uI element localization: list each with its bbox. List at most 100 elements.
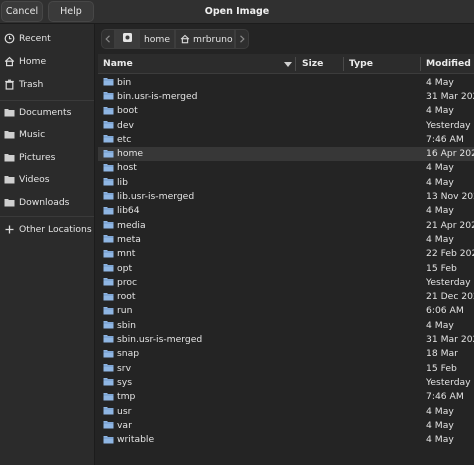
cancel-button[interactable]: Cancel bbox=[1, 1, 43, 22]
file-modified: Yesterday bbox=[426, 376, 471, 388]
table-row[interactable]: usr 4 May bbox=[98, 404, 474, 418]
table-row[interactable]: etc 7:46 AM bbox=[98, 132, 474, 146]
folder-icon bbox=[103, 206, 114, 215]
file-name: sys bbox=[117, 376, 133, 388]
file-name: run bbox=[117, 305, 133, 317]
sidebar-item-downloads[interactable]: Downloads bbox=[0, 191, 94, 213]
table-row[interactable]: writable 4 May bbox=[98, 433, 474, 447]
path-scroll-left-button[interactable] bbox=[101, 29, 115, 49]
path-segment-mrbruno[interactable]: mrbruno bbox=[175, 29, 235, 49]
file-list-header: Name Size Type Modified bbox=[98, 54, 474, 74]
column-header-name[interactable]: Name bbox=[103, 54, 133, 74]
path-segment-home[interactable]: home bbox=[139, 29, 175, 49]
folder-icon bbox=[103, 177, 114, 186]
sidebar-item-label: Documents bbox=[19, 106, 72, 118]
folder-icon bbox=[103, 191, 114, 200]
table-row[interactable]: home 16 Apr 2023 bbox=[98, 146, 474, 161]
sidebar-item-label: Videos bbox=[19, 173, 50, 185]
file-name: lib bbox=[117, 176, 128, 188]
sidebar-item-trash[interactable]: Trash bbox=[0, 73, 94, 95]
table-row[interactable]: srv 15 Feb bbox=[98, 361, 474, 375]
table-row[interactable]: sys Yesterday bbox=[98, 375, 474, 389]
table-row[interactable]: mnt 22 Feb 2023 bbox=[98, 247, 474, 261]
table-row[interactable]: proc Yesterday bbox=[98, 275, 474, 289]
trash-icon bbox=[4, 79, 15, 90]
table-row[interactable]: root 21 Dec 2024 bbox=[98, 290, 474, 304]
table-row[interactable]: sbin 4 May bbox=[98, 318, 474, 332]
table-row[interactable]: bin.usr-is-merged 31 Mar 2024 bbox=[98, 89, 474, 103]
table-row[interactable]: meta 4 May bbox=[98, 232, 474, 246]
column-separator[interactable] bbox=[420, 57, 421, 71]
file-name: usr bbox=[117, 405, 132, 417]
sidebar-item-videos[interactable]: Videos bbox=[0, 168, 94, 190]
path-segment-root[interactable] bbox=[115, 29, 139, 49]
file-modified: 21 Dec 2024 bbox=[426, 291, 474, 303]
folder-icon bbox=[103, 334, 114, 343]
table-row[interactable]: sbin.usr-is-merged 31 Mar 2024 bbox=[98, 332, 474, 346]
table-row[interactable]: lib 4 May bbox=[98, 175, 474, 189]
table-row[interactable]: snap 18 Mar bbox=[98, 347, 474, 361]
file-modified: 16 Apr 2023 bbox=[426, 148, 474, 160]
column-header-modified[interactable]: Modified bbox=[426, 54, 471, 74]
folder-icon bbox=[103, 349, 114, 358]
file-modified: 7:46 AM bbox=[426, 391, 464, 403]
folder-icon bbox=[103, 406, 114, 415]
table-row[interactable]: var 4 May bbox=[98, 418, 474, 432]
table-row[interactable]: run 6:06 AM bbox=[98, 304, 474, 318]
chevron-right-icon bbox=[240, 35, 245, 43]
folder-icon bbox=[103, 320, 114, 329]
folder-icon bbox=[103, 306, 114, 315]
file-modified: 31 Mar 2024 bbox=[426, 90, 474, 102]
table-row[interactable]: dev Yesterday bbox=[98, 118, 474, 132]
table-row[interactable]: opt 15 Feb bbox=[98, 261, 474, 275]
sort-descending-icon[interactable] bbox=[284, 62, 292, 67]
folder-icon bbox=[103, 91, 114, 100]
sidebar-item-other-locations[interactable]: Other Locations bbox=[0, 218, 94, 240]
table-row[interactable]: media 21 Apr 2023 bbox=[98, 218, 474, 232]
file-name: etc bbox=[117, 133, 132, 145]
folder-icon bbox=[103, 106, 114, 115]
file-modified: 22 Feb 2023 bbox=[426, 248, 474, 260]
table-row[interactable]: lib.usr-is-merged 13 Nov 2024 bbox=[98, 189, 474, 203]
file-name: home bbox=[117, 148, 144, 160]
file-modified: Yesterday bbox=[426, 276, 471, 288]
file-name: var bbox=[117, 419, 132, 431]
header-bar: Cancel Help Open Image bbox=[0, 0, 474, 24]
file-name: bin bbox=[117, 76, 132, 88]
folder-icon bbox=[4, 197, 15, 208]
file-name: proc bbox=[117, 276, 138, 288]
table-row[interactable]: host 4 May bbox=[98, 161, 474, 175]
sidebar-item-music[interactable]: Music bbox=[0, 123, 94, 145]
file-modified: 4 May bbox=[426, 205, 454, 217]
path-segment-label: home bbox=[143, 33, 171, 45]
folder-icon bbox=[103, 120, 114, 129]
folder-icon bbox=[103, 234, 114, 243]
file-name: snap bbox=[117, 348, 140, 360]
sidebar-item-recent[interactable]: Recent bbox=[0, 27, 94, 49]
file-modified: 13 Nov 2024 bbox=[426, 191, 474, 203]
file-name: lib.usr-is-merged bbox=[117, 191, 195, 203]
column-header-size[interactable]: Size bbox=[302, 54, 323, 74]
sidebar: Recent Home Trash Documents Music Pictur… bbox=[0, 24, 95, 465]
sidebar-item-home[interactable]: Home bbox=[0, 50, 94, 72]
file-modified: 4 May bbox=[426, 233, 454, 245]
file-name: opt bbox=[117, 262, 133, 274]
column-header-type[interactable]: Type bbox=[349, 54, 373, 74]
sidebar-item-documents[interactable]: Documents bbox=[0, 101, 94, 123]
chevron-left-icon bbox=[105, 35, 110, 43]
table-row[interactable]: boot 4 May bbox=[98, 104, 474, 118]
sidebar-item-pictures[interactable]: Pictures bbox=[0, 146, 94, 168]
table-row[interactable]: bin 4 May bbox=[98, 75, 474, 89]
column-separator[interactable] bbox=[295, 57, 296, 71]
table-row[interactable]: tmp 7:46 AM bbox=[98, 390, 474, 404]
path-scroll-right-button[interactable] bbox=[235, 29, 249, 49]
column-separator[interactable] bbox=[343, 57, 344, 71]
sidebar-item-label: Recent bbox=[19, 32, 51, 44]
file-modified: 4 May bbox=[426, 434, 454, 446]
sidebar-separator bbox=[0, 216, 94, 217]
folder-icon bbox=[4, 129, 15, 140]
sidebar-item-label: Home bbox=[19, 55, 47, 67]
help-button[interactable]: Help bbox=[48, 1, 94, 22]
table-row[interactable]: lib64 4 May bbox=[98, 204, 474, 218]
file-name: dev bbox=[117, 119, 134, 131]
